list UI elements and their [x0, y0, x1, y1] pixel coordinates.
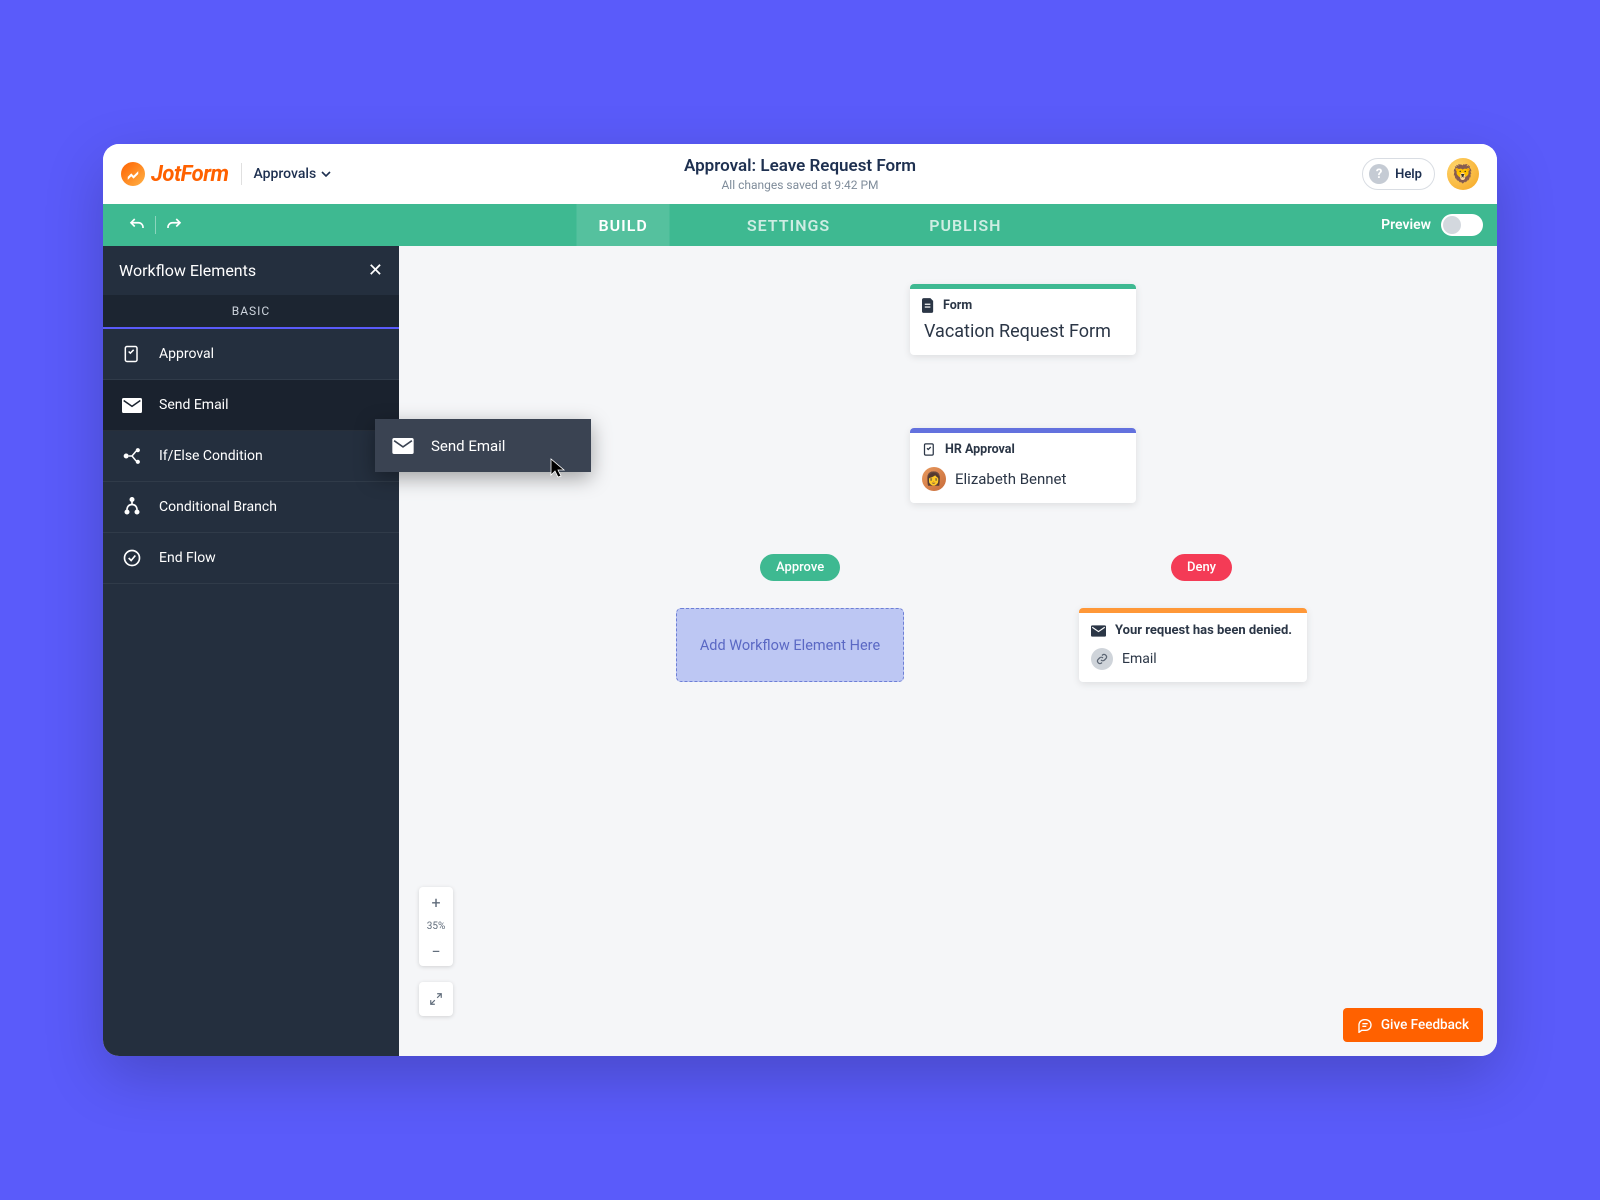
preview-toggle[interactable] — [1441, 214, 1483, 236]
sidebar-items: Approval Send Email If/Else Condition Co… — [103, 329, 399, 584]
undo-redo — [103, 211, 188, 239]
help-icon: ? — [1369, 164, 1389, 184]
zoom-out-button[interactable]: − — [419, 936, 453, 966]
dropzone[interactable]: Add Workflow Element Here — [676, 608, 904, 682]
sidebar-item-send-email[interactable]: Send Email — [103, 380, 399, 431]
form-node[interactable]: Form Vacation Request Form — [910, 284, 1136, 355]
canvas[interactable]: Form Vacation Request Form HR Approval 👩… — [399, 246, 1497, 1056]
check-icon — [121, 547, 143, 569]
sidebar-item-if-else[interactable]: If/Else Condition — [103, 431, 399, 482]
sidebar: Workflow Elements ✕ BASIC Approval Send … — [103, 246, 399, 1056]
help-label: Help — [1395, 167, 1422, 182]
connectors — [399, 246, 699, 396]
expand-button[interactable] — [419, 982, 453, 1016]
tabs: BUILD SETTINGS PUBLISH — [577, 204, 1024, 246]
node-header: Form — [910, 289, 1136, 317]
node-header: HR Approval — [910, 433, 1136, 461]
header-right: ? Help 🦁 — [1362, 158, 1479, 190]
deny-pill[interactable]: Deny — [1171, 554, 1232, 581]
sidebar-item-label: Approval — [159, 346, 214, 362]
close-icon[interactable]: ✕ — [368, 260, 383, 281]
page-title: Approval: Leave Request Form — [684, 156, 916, 176]
sidebar-tab-basic[interactable]: BASIC — [103, 295, 399, 329]
feedback-button[interactable]: Give Feedback — [1343, 1008, 1483, 1042]
dropdown-label: Approvals — [254, 166, 317, 182]
approve-pill[interactable]: Approve — [760, 554, 840, 581]
zoom-in-button[interactable]: + — [419, 887, 453, 917]
sidebar-item-label: Send Email — [159, 397, 229, 413]
preview-label: Preview — [1381, 217, 1431, 233]
chevron-down-icon — [321, 171, 331, 177]
sidebar-title: Workflow Elements — [119, 261, 256, 280]
link-icon — [1091, 648, 1113, 670]
preview-toggle-wrap: Preview — [1381, 214, 1497, 236]
approval-icon — [121, 343, 143, 365]
approval-node[interactable]: HR Approval 👩 Elizabeth Bennet — [910, 428, 1136, 503]
sidebar-item-label: If/Else Condition — [159, 448, 263, 464]
file-icon — [922, 298, 935, 313]
sidebar-item-end-flow[interactable]: End Flow — [103, 533, 399, 584]
drag-ghost-label: Send Email — [431, 437, 505, 455]
header: JotForm Approvals Approval: Leave Reques… — [103, 144, 1497, 204]
tab-publish[interactable]: PUBLISH — [907, 204, 1023, 246]
sidebar-header: Workflow Elements ✕ — [103, 246, 399, 295]
node-badge: HR Approval — [945, 442, 1015, 457]
email-icon — [1091, 625, 1106, 637]
redo-button[interactable] — [160, 211, 188, 239]
logo-icon — [121, 162, 145, 186]
brand-text: JotForm — [151, 162, 229, 187]
fork-icon — [121, 496, 143, 518]
header-center: Approval: Leave Request Form All changes… — [684, 156, 916, 192]
zoom-controls: + 35% − — [419, 887, 453, 966]
email-node-sublabel: Email — [1122, 651, 1157, 667]
approver-avatar: 👩 — [922, 467, 946, 491]
zoom-value: 35% — [427, 917, 446, 936]
tab-settings[interactable]: SETTINGS — [725, 204, 852, 246]
email-icon — [391, 434, 415, 458]
tab-build[interactable]: BUILD — [577, 204, 670, 246]
email-node-sub: Email — [1079, 644, 1307, 682]
app-window: JotForm Approvals Approval: Leave Reques… — [103, 144, 1497, 1056]
divider — [241, 163, 242, 185]
approvals-dropdown[interactable]: Approvals — [254, 166, 332, 182]
email-node-title: Your request has been denied. — [1115, 623, 1292, 638]
body: Workflow Elements ✕ BASIC Approval Send … — [103, 246, 1497, 1056]
email-node-header: Your request has been denied. — [1079, 613, 1307, 644]
sidebar-item-conditional-branch[interactable]: Conditional Branch — [103, 482, 399, 533]
approver-name: Elizabeth Bennet — [955, 470, 1066, 488]
user-avatar[interactable]: 🦁 — [1447, 158, 1479, 190]
sidebar-item-label: Conditional Branch — [159, 499, 277, 515]
branch-icon — [121, 445, 143, 467]
cursor-icon — [549, 457, 567, 479]
feedback-label: Give Feedback — [1381, 1017, 1469, 1033]
logo[interactable]: JotForm — [121, 162, 229, 187]
email-icon — [121, 394, 143, 416]
save-status: All changes saved at 9:42 PM — [684, 178, 916, 192]
separator — [155, 216, 156, 234]
chat-icon — [1357, 1017, 1373, 1033]
email-node[interactable]: Your request has been denied. Email — [1079, 608, 1307, 682]
sidebar-item-label: End Flow — [159, 550, 216, 566]
approval-icon — [922, 442, 937, 457]
sidebar-item-approval[interactable]: Approval — [103, 329, 399, 380]
undo-button[interactable] — [123, 211, 151, 239]
node-badge: Form — [943, 298, 972, 313]
tab-bar: BUILD SETTINGS PUBLISH Preview — [103, 204, 1497, 246]
node-title: Vacation Request Form — [910, 317, 1136, 355]
approver-row: 👩 Elizabeth Bennet — [910, 461, 1136, 503]
help-button[interactable]: ? Help — [1362, 158, 1435, 190]
